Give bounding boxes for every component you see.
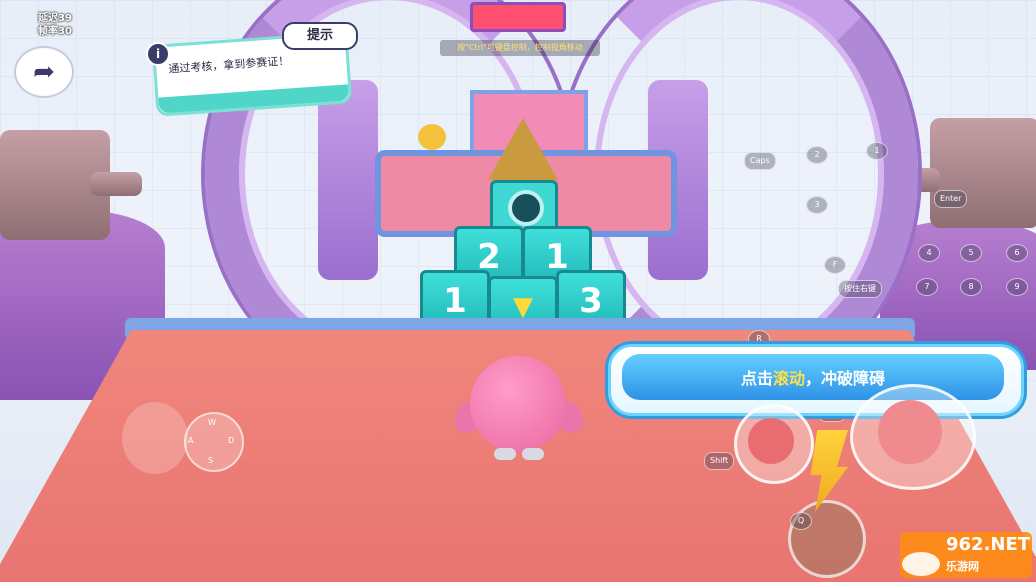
key-caps: Caps [744, 152, 776, 170]
top-sign [470, 2, 566, 32]
chick-character [418, 124, 446, 150]
hint-button[interactable]: 提示 [282, 22, 358, 50]
watermark-text: 乐游网 [946, 560, 979, 573]
latency-text: 延迟39 [38, 13, 72, 24]
right-cannon [930, 118, 1036, 228]
player-character [470, 356, 566, 452]
robot-eye [508, 190, 544, 226]
back-button[interactable]: ➦ [14, 46, 74, 98]
key-7: 7 [916, 278, 938, 296]
grab-icon [748, 418, 794, 464]
key-q: Q [790, 512, 812, 530]
back-arrow-icon: ➦ [33, 57, 55, 87]
joystick-s: S [208, 456, 214, 465]
key-f: F [824, 256, 846, 274]
joystick-ghost [122, 402, 188, 474]
prompt-highlight: 滚动 [772, 369, 805, 388]
key-4: 4 [918, 244, 940, 262]
key-shift: Shift [704, 452, 735, 470]
joystick-d: D [228, 436, 235, 445]
prompt-text-before: 点击 [740, 369, 773, 388]
key-8: 8 [960, 278, 982, 296]
key-9: 9 [1006, 278, 1028, 296]
key-6: 6 [1006, 244, 1028, 262]
key-alt-label: 按住右键 [838, 280, 882, 298]
key-5: 5 [960, 244, 982, 262]
left-cannon-barrel [90, 172, 142, 196]
joystick-a: A [188, 436, 194, 445]
ctrl-tip: 按"Ctrl"可键盘控制，控制视角移动 [440, 40, 600, 56]
key-enter: Enter [934, 190, 968, 208]
joystick-w: W [208, 418, 216, 427]
left-pipe [318, 80, 378, 280]
fps-text: 帧率30 [38, 26, 72, 37]
info-icon[interactable]: i [146, 42, 170, 66]
watermark-number: 962.NET [946, 534, 1031, 555]
jump-icon [878, 400, 942, 464]
task-text: 通过考核，拿到参赛证！ [168, 54, 290, 76]
player-foot [494, 448, 516, 460]
prompt-text-after: ，冲破障碍 [805, 369, 886, 388]
key-2: 2 [806, 146, 828, 164]
watermark-logo-icon [902, 552, 940, 576]
cone-obstacle [488, 118, 558, 180]
player-foot [522, 448, 544, 460]
latency-readout: 延迟39 帧率30 [38, 12, 72, 38]
key-3: 3 [806, 196, 828, 214]
key-1: 1 [866, 142, 888, 160]
